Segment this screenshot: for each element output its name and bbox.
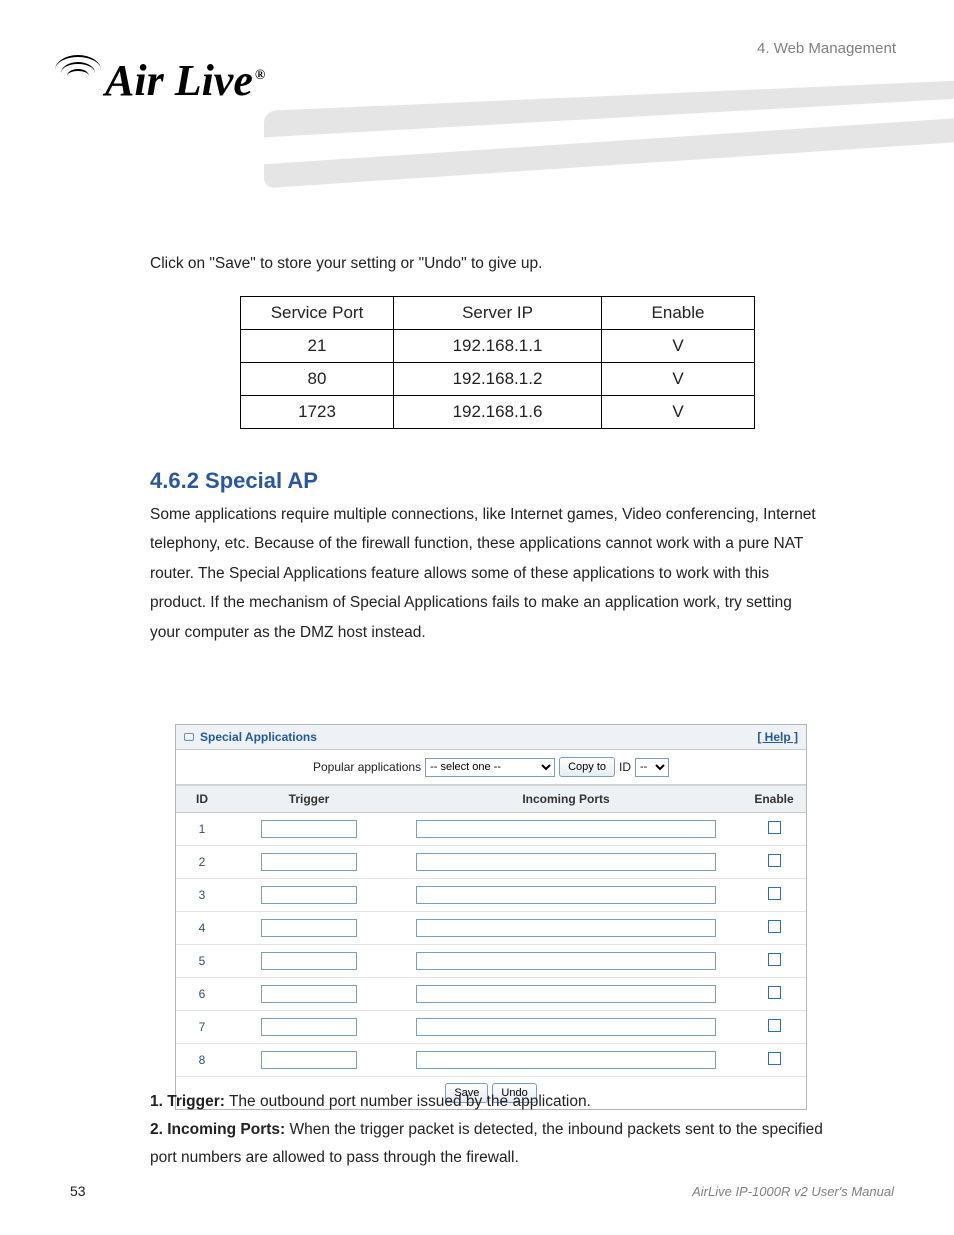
col-enable: Enable (602, 297, 755, 330)
enable-checkbox[interactable] (768, 1019, 781, 1032)
wifi-icon (55, 55, 101, 91)
bullet-2: 2. Incoming Ports: When the trigger pack… (150, 1116, 824, 1172)
page-number: 53 (70, 1183, 86, 1199)
incoming-input[interactable] (416, 853, 716, 871)
enable-checkbox[interactable] (768, 887, 781, 900)
trigger-input[interactable] (261, 952, 357, 970)
incoming-input[interactable] (416, 886, 716, 904)
incoming-input[interactable] (416, 985, 716, 1003)
incoming-input[interactable] (416, 1018, 716, 1036)
enable-checkbox[interactable] (768, 986, 781, 999)
intro-paragraph: Click on "Save" to store your setting or… (150, 254, 542, 275)
trigger-input[interactable] (261, 1051, 357, 1069)
trigger-input[interactable] (261, 853, 357, 871)
app-row: 2 (176, 846, 806, 879)
enable-checkbox[interactable] (768, 953, 781, 966)
section-heading: 4.6.2 Special AP (150, 466, 318, 496)
brand-logo: Air Live® (55, 55, 265, 106)
trigger-input[interactable] (261, 985, 357, 1003)
panel-title: Special Applications (200, 730, 317, 744)
app-row: 1 (176, 813, 806, 846)
col-trigger: Trigger (228, 786, 390, 813)
col-enable: Enable (742, 786, 806, 813)
app-row: 4 (176, 912, 806, 945)
popular-apps-select[interactable]: -- select one -- (425, 758, 555, 777)
app-row: 6 (176, 978, 806, 1011)
incoming-input[interactable] (416, 820, 716, 838)
col-id: ID (176, 786, 228, 813)
port-mapping-table: Service Port Server IP Enable 21192.168.… (240, 296, 755, 429)
trigger-input[interactable] (261, 886, 357, 904)
trigger-input[interactable] (261, 919, 357, 937)
footer-text: AirLive IP-1000R v2 User's Manual (692, 1184, 894, 1199)
incoming-input[interactable] (416, 919, 716, 937)
copy-to-button[interactable]: Copy to (559, 757, 615, 777)
enable-checkbox[interactable] (768, 854, 781, 867)
col-service-port: Service Port (241, 297, 394, 330)
popular-apps-label: Popular applications (313, 760, 421, 774)
trigger-input[interactable] (261, 820, 357, 838)
section-paragraph: Some applications require multiple conne… (150, 500, 824, 647)
app-row: 5 (176, 945, 806, 978)
incoming-input[interactable] (416, 1051, 716, 1069)
trigger-input[interactable] (261, 1018, 357, 1036)
table-row: 1723192.168.1.6V (241, 396, 755, 429)
col-incoming: Incoming Ports (390, 786, 742, 813)
app-row: 3 (176, 879, 806, 912)
id-select[interactable]: -- (635, 758, 669, 777)
enable-checkbox[interactable] (768, 821, 781, 834)
enable-checkbox[interactable] (768, 920, 781, 933)
app-row: 8 (176, 1044, 806, 1077)
special-applications-panel: Special Applications [ Help ] Popular ap… (175, 724, 807, 1110)
id-label: ID (619, 760, 631, 774)
enable-checkbox[interactable] (768, 1052, 781, 1065)
bullet-1: 1. Trigger: The outbound port number iss… (150, 1092, 824, 1113)
col-server-ip: Server IP (394, 297, 602, 330)
chapter-title: 4. Web Management (757, 40, 896, 57)
help-link[interactable]: [ Help ] (757, 730, 798, 744)
app-row: 7 (176, 1011, 806, 1044)
incoming-input[interactable] (416, 952, 716, 970)
header-decoration (264, 95, 954, 165)
panel-icon (184, 733, 194, 741)
table-row: 80192.168.1.2V (241, 363, 755, 396)
table-row: 21192.168.1.1V (241, 330, 755, 363)
